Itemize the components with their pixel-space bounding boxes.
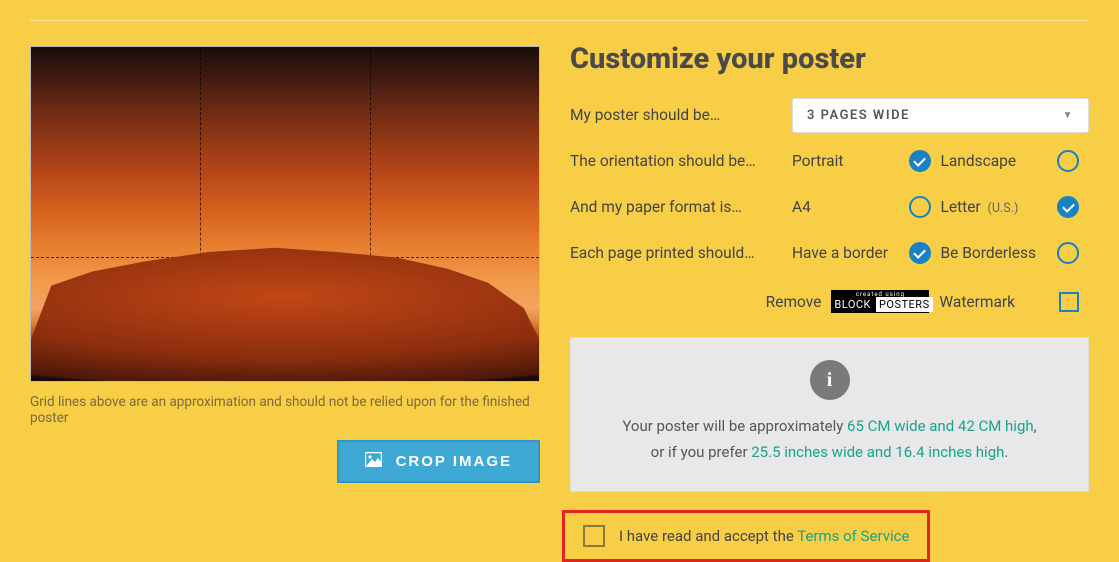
border-have-label: Have a border (792, 244, 888, 262)
radio-unchecked-icon (909, 196, 931, 218)
paper-letter-label: Letter (941, 198, 981, 216)
tos-link[interactable]: Terms of Service (797, 527, 909, 545)
info-icon: i (810, 360, 850, 400)
preview-caption: Grid lines above are an approximation an… (30, 394, 540, 426)
paper-a4-label: A4 (792, 198, 811, 216)
border-none-label: Be Borderless (941, 244, 1037, 262)
info-line2-text: or if you prefer (651, 443, 752, 461)
paper-a4[interactable]: A4 (792, 196, 941, 218)
tos-highlight: I have read and accept the Terms of Serv… (562, 510, 930, 562)
orientation-label: The orientation should be… (570, 152, 792, 170)
grid-line-v2 (370, 47, 371, 381)
section-divider (30, 20, 1089, 21)
paper-letter-sub: (U.S.) (988, 201, 1019, 216)
watermark-checkbox[interactable] (1059, 292, 1079, 312)
watermark-badge-b1: BLOCK (831, 297, 874, 312)
watermark-badge-b2: POSTERS (876, 297, 933, 312)
info-size-inches: 25.5 inches wide and 16.4 inches high (751, 443, 1004, 461)
size-info-box: i Your poster will be approximately 65 C… (570, 337, 1089, 492)
radio-unchecked-icon (1057, 242, 1079, 264)
crop-image-label: CROP IMAGE (396, 453, 512, 470)
tos-checkbox[interactable] (583, 525, 605, 547)
watermark-text: Watermark (939, 293, 1015, 311)
orientation-landscape-label: Landscape (941, 152, 1017, 170)
tos-text: I have read and accept the (619, 527, 797, 545)
poster-preview (30, 46, 540, 382)
radio-checked-icon (909, 150, 931, 172)
grid-line-v1 (200, 47, 201, 381)
orientation-landscape[interactable]: Landscape (941, 150, 1090, 172)
info-line1-text: Your poster will be approximately (622, 417, 847, 435)
pages-select[interactable]: 3 PAGES WIDE ▼ (792, 98, 1089, 133)
border-label: Each page printed should… (570, 244, 792, 262)
radio-checked-icon (1057, 196, 1079, 218)
radio-checked-icon (909, 242, 931, 264)
paper-label: And my paper format is… (570, 198, 792, 216)
info-size-cm: 65 CM wide and 42 CM high (847, 417, 1034, 435)
crop-image-button[interactable]: CROP IMAGE (337, 440, 540, 483)
customize-title: Customize your poster (570, 42, 1089, 76)
watermark-remove-text: Remove (766, 293, 822, 311)
pages-label: My poster should be… (570, 106, 792, 124)
border-have[interactable]: Have a border (792, 242, 941, 264)
watermark-badge: created using BLOCKPOSTERS (831, 290, 929, 313)
grid-line-h1 (31, 257, 539, 258)
radio-unchecked-icon (1057, 150, 1079, 172)
border-none[interactable]: Be Borderless (941, 242, 1090, 264)
chevron-down-icon: ▼ (1063, 110, 1074, 121)
paper-letter[interactable]: Letter (U.S.) (941, 196, 1090, 218)
pages-select-value: 3 PAGES WIDE (807, 108, 910, 123)
image-icon (365, 452, 382, 471)
orientation-portrait-label: Portrait (792, 152, 843, 170)
orientation-portrait[interactable]: Portrait (792, 150, 941, 172)
